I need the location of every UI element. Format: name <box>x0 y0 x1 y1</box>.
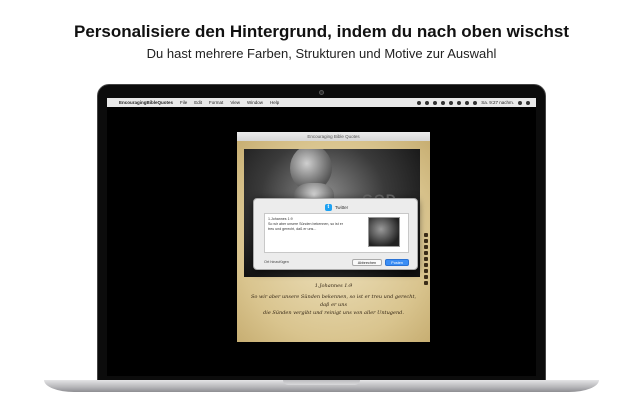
volume-icon[interactable] <box>457 100 462 105</box>
menu-file[interactable]: File <box>180 100 187 105</box>
tool-icon[interactable] <box>424 245 428 249</box>
promo-headline: Personalisiere den Hintergrund, indem du… <box>74 22 569 41</box>
tweet-text[interactable]: 1.Johannes 1:9 So wir aber unsere Sünden… <box>268 217 363 232</box>
status-icon[interactable] <box>425 100 430 105</box>
wifi-icon[interactable] <box>465 100 470 105</box>
tool-icon[interactable] <box>424 239 428 243</box>
verse-line: die Sünden vergibt und reinigt uns von a… <box>263 310 404 316</box>
laptop-notch <box>283 380 360 385</box>
menu-app-name[interactable]: EncouragingBibleQuotes <box>119 100 173 105</box>
menu-view[interactable]: View <box>230 100 240 105</box>
cancel-button[interactable]: Abbrechen <box>351 258 383 266</box>
share-dialog-footer: Ort hinzufügen Abbrechen Posten <box>264 258 409 266</box>
add-location-button[interactable]: Ort hinzufügen <box>264 260 349 264</box>
menubar-status-area: Sa. 9:27 nachm. <box>417 100 530 105</box>
camera-icon <box>319 90 324 95</box>
tool-icon[interactable] <box>424 263 428 267</box>
menu-window[interactable]: Window <box>247 100 263 105</box>
verse-reference: 1.Johannes 1:9 <box>314 283 353 289</box>
tweet-compose-area[interactable]: 1.Johannes 1:9 So wir aber unsere Sünden… <box>264 213 409 253</box>
tool-icon[interactable] <box>424 269 428 273</box>
twitter-icon: t <box>324 203 332 211</box>
tool-icon[interactable] <box>424 233 428 237</box>
bluetooth-icon[interactable] <box>449 100 454 105</box>
attachment-thumbnail <box>368 217 400 247</box>
status-icon[interactable] <box>433 100 438 105</box>
status-icon[interactable] <box>417 100 422 105</box>
verse-text: So wir aber unsere Sünden bekennen, so i… <box>247 293 420 317</box>
menu-help[interactable]: Help <box>270 100 279 105</box>
menu-edit[interactable]: Edit <box>194 100 202 105</box>
share-dialog: t Twitter 1.Johannes 1:9 So wir aber uns… <box>253 198 418 270</box>
spotlight-icon[interactable] <box>518 100 522 105</box>
tool-icon[interactable] <box>424 251 428 255</box>
window-title: Encouraging Bible Quotes <box>237 132 430 141</box>
share-dialog-header: t Twitter <box>254 201 419 213</box>
tweet-line: treu und gerecht, daß er uns... <box>268 227 317 231</box>
share-service-name: Twitter <box>334 204 349 210</box>
promo-subline: Du hast mehrere Farben, Strukturen und M… <box>146 46 497 61</box>
tool-strip <box>423 233 429 287</box>
laptop-screen: EncouragingBibleQuotes File Edit Format … <box>107 98 536 376</box>
verse-line: So wir aber unsere Sünden bekennen, so i… <box>250 294 417 308</box>
tool-icon[interactable] <box>424 257 428 261</box>
tool-icon[interactable] <box>424 275 428 279</box>
battery-icon[interactable] <box>473 100 478 105</box>
notification-center-icon[interactable] <box>526 100 530 105</box>
menubar-clock[interactable]: Sa. 9:27 nachm. <box>481 100 514 105</box>
status-icon[interactable] <box>441 100 446 105</box>
post-button[interactable]: Posten <box>385 258 409 266</box>
menubar: EncouragingBibleQuotes File Edit Format … <box>107 98 536 107</box>
menu-format[interactable]: Format <box>209 100 223 105</box>
